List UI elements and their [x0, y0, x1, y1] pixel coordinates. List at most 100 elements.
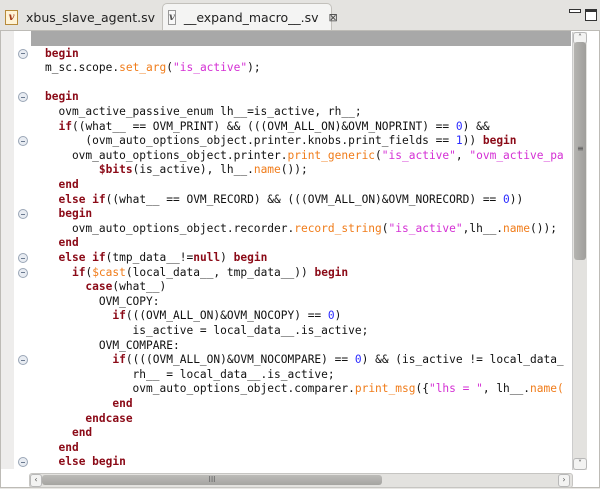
code-text: (((OVM_ALL_ON)&OVM_NOCOPY) == — [125, 309, 328, 323]
code-line[interactable]: endcase — [31, 411, 571, 426]
code-editor[interactable]: begin m_sc.scope.set_arg("is_active"); beg… — [0, 31, 600, 488]
verilog-file-icon: v — [168, 9, 176, 25]
code-line[interactable] — [31, 75, 571, 90]
code-line[interactable]: $bits(is_active), lh__.name()); — [31, 162, 571, 177]
fold-collapse-icon[interactable] — [18, 209, 28, 220]
string-literal: "is_active" — [388, 221, 463, 235]
code-line[interactable]: OVM_COMPARE: — [31, 338, 571, 353]
method-name: $cast — [92, 265, 126, 279]
thumb-grip: III — [208, 475, 216, 484]
scroll-left-button[interactable]: ‹ — [30, 474, 42, 487]
code-line[interactable]: end — [31, 177, 571, 192]
code-line[interactable]: ovm_auto_options_object.comparer.print_m… — [31, 381, 571, 396]
code-text: ovm_active_passive_enum lh__=is_active, … — [45, 105, 362, 118]
code-line[interactable]: begin — [31, 46, 571, 61]
code-text: , lh__. — [482, 382, 530, 396]
code-line[interactable]: ovm_active_passive_enum lh__=is_active, … — [31, 104, 571, 119]
tab-xbus-slave-agent[interactable]: v xbus_slave_agent.sv — [0, 4, 158, 30]
tab-label: xbus_slave_agent.sv — [26, 9, 155, 25]
keyword: begin — [45, 46, 79, 60]
code-text: ((what__ == OVM_PRINT) && (((OVM_ALL_ON)… — [71, 119, 456, 133]
keyword: else begin — [58, 455, 126, 469]
code-line[interactable]: else if(tmp_data__!=null) begin — [31, 250, 571, 265]
code-line[interactable]: end — [31, 440, 571, 455]
code-line[interactable]: ovm_auto_options_object.recorder.record_… — [31, 221, 571, 236]
keyword: if — [112, 353, 126, 367]
code-text: ((what__ == OVM_RECORD) && (((OVM_ALL_ON… — [105, 192, 504, 206]
editor-gutter — [1, 31, 14, 469]
code-line[interactable]: is_active = local_data__.is_active; — [31, 323, 571, 338]
code-line[interactable]: case(what__) — [31, 279, 571, 294]
method-name: print_msg — [354, 382, 416, 396]
code-line[interactable]: m_sc.scope.set_arg("is_active"); — [31, 60, 571, 75]
code-line[interactable]: end — [31, 425, 571, 440]
keyword: end — [58, 236, 79, 250]
code-text: ()); — [280, 163, 308, 177]
code-line[interactable]: rh__ = local_data__.is_active; — [31, 367, 571, 382]
code-line[interactable]: (ovm_auto_options_object.printer.knobs.p… — [31, 133, 571, 148]
code-text: ) — [220, 251, 234, 264]
fold-collapse-icon[interactable] — [18, 136, 28, 147]
method-name: record_string — [294, 221, 382, 235]
keyword: endcase — [85, 411, 133, 425]
code-line[interactable]: OVM_COPY: — [31, 294, 571, 309]
code-line[interactable]: begin — [31, 89, 571, 104]
fold-collapse-icon[interactable] — [18, 457, 28, 468]
code-text: ) && — [462, 119, 490, 133]
method-name: print_generic — [287, 148, 376, 162]
code-line[interactable]: if((what__ == OVM_PRINT) && (((OVM_ALL_O… — [31, 119, 571, 134]
code-text: ,lh__. — [462, 221, 504, 235]
maximize-icon[interactable] — [585, 9, 597, 21]
close-tab-icon[interactable]: ⊠ — [329, 11, 338, 24]
method-name: set_arg — [119, 61, 167, 75]
horizontal-scroll-thumb[interactable]: III — [42, 475, 382, 485]
vertical-scroll-thumb[interactable]: ≡ — [574, 42, 586, 260]
code-line[interactable]: if(((OVM_ALL_ON)&OVM_NOCOPY) == 0) — [31, 308, 571, 323]
code-line[interactable]: end — [31, 396, 571, 411]
editor-tab-bar: v xbus_slave_agent.sv v __expand_macro__… — [0, 0, 600, 31]
number-literal: 1 — [455, 134, 463, 148]
code-text: ( — [166, 61, 173, 75]
current-line-highlight[interactable] — [31, 31, 571, 46]
number-literal: 0 — [455, 119, 463, 133]
code-line[interactable]: begin — [31, 206, 571, 221]
vertical-scrollbar[interactable]: ˄ ≡ ˅ — [572, 32, 587, 470]
keyword: end — [58, 178, 79, 191]
number-literal: 0 — [503, 192, 510, 206]
scroll-right-button[interactable]: › — [558, 474, 570, 487]
minimize-icon[interactable] — [569, 9, 581, 13]
fold-collapse-icon[interactable] — [18, 92, 28, 103]
code-area[interactable]: begin m_sc.scope.set_arg("is_active"); beg… — [31, 31, 571, 471]
thumb-grip: ≡ — [577, 144, 584, 153]
fold-collapse-icon[interactable] — [18, 267, 28, 278]
fold-collapse-icon[interactable] — [18, 253, 28, 263]
scroll-down-button[interactable]: ˅ — [573, 458, 587, 470]
keyword: if — [58, 119, 72, 133]
code-line[interactable]: else if((what__ == OVM_RECORD) && (((OVM… — [31, 192, 571, 207]
keyword: begin — [233, 251, 268, 264]
tab-expand-macro[interactable]: v __expand_macro__.sv ⊠ — [162, 3, 338, 30]
code-line[interactable]: else begin — [31, 454, 571, 469]
fold-collapse-icon[interactable] — [18, 355, 28, 366]
tab-label: __expand_macro__.sv — [183, 9, 319, 25]
keyword: if — [71, 265, 86, 279]
code-line[interactable]: if((((OVM_ALL_ON)&OVM_NOCOMPARE) == 0) &… — [31, 352, 571, 367]
horizontal-scrollbar[interactable]: ‹ III › — [29, 473, 573, 488]
code-line[interactable]: if($cast(local_data__, tmp_data__)) begi… — [31, 265, 571, 280]
code-text: (ovm_auto_options_object.printer.knobs.p… — [45, 134, 456, 148]
method-name: name — [253, 163, 281, 177]
code-text: ovm_auto_options_object.printer. — [45, 148, 288, 162]
keyword: end — [112, 397, 133, 410]
code-line[interactable]: end — [31, 235, 571, 250]
fold-collapse-icon[interactable] — [18, 48, 28, 59]
verilog-file-icon: v — [5, 9, 18, 25]
code-line[interactable]: ovm_auto_options_object.printer.print_ge… — [31, 148, 571, 163]
code-text: ); — [247, 61, 261, 75]
keyword: $bits — [98, 163, 133, 177]
